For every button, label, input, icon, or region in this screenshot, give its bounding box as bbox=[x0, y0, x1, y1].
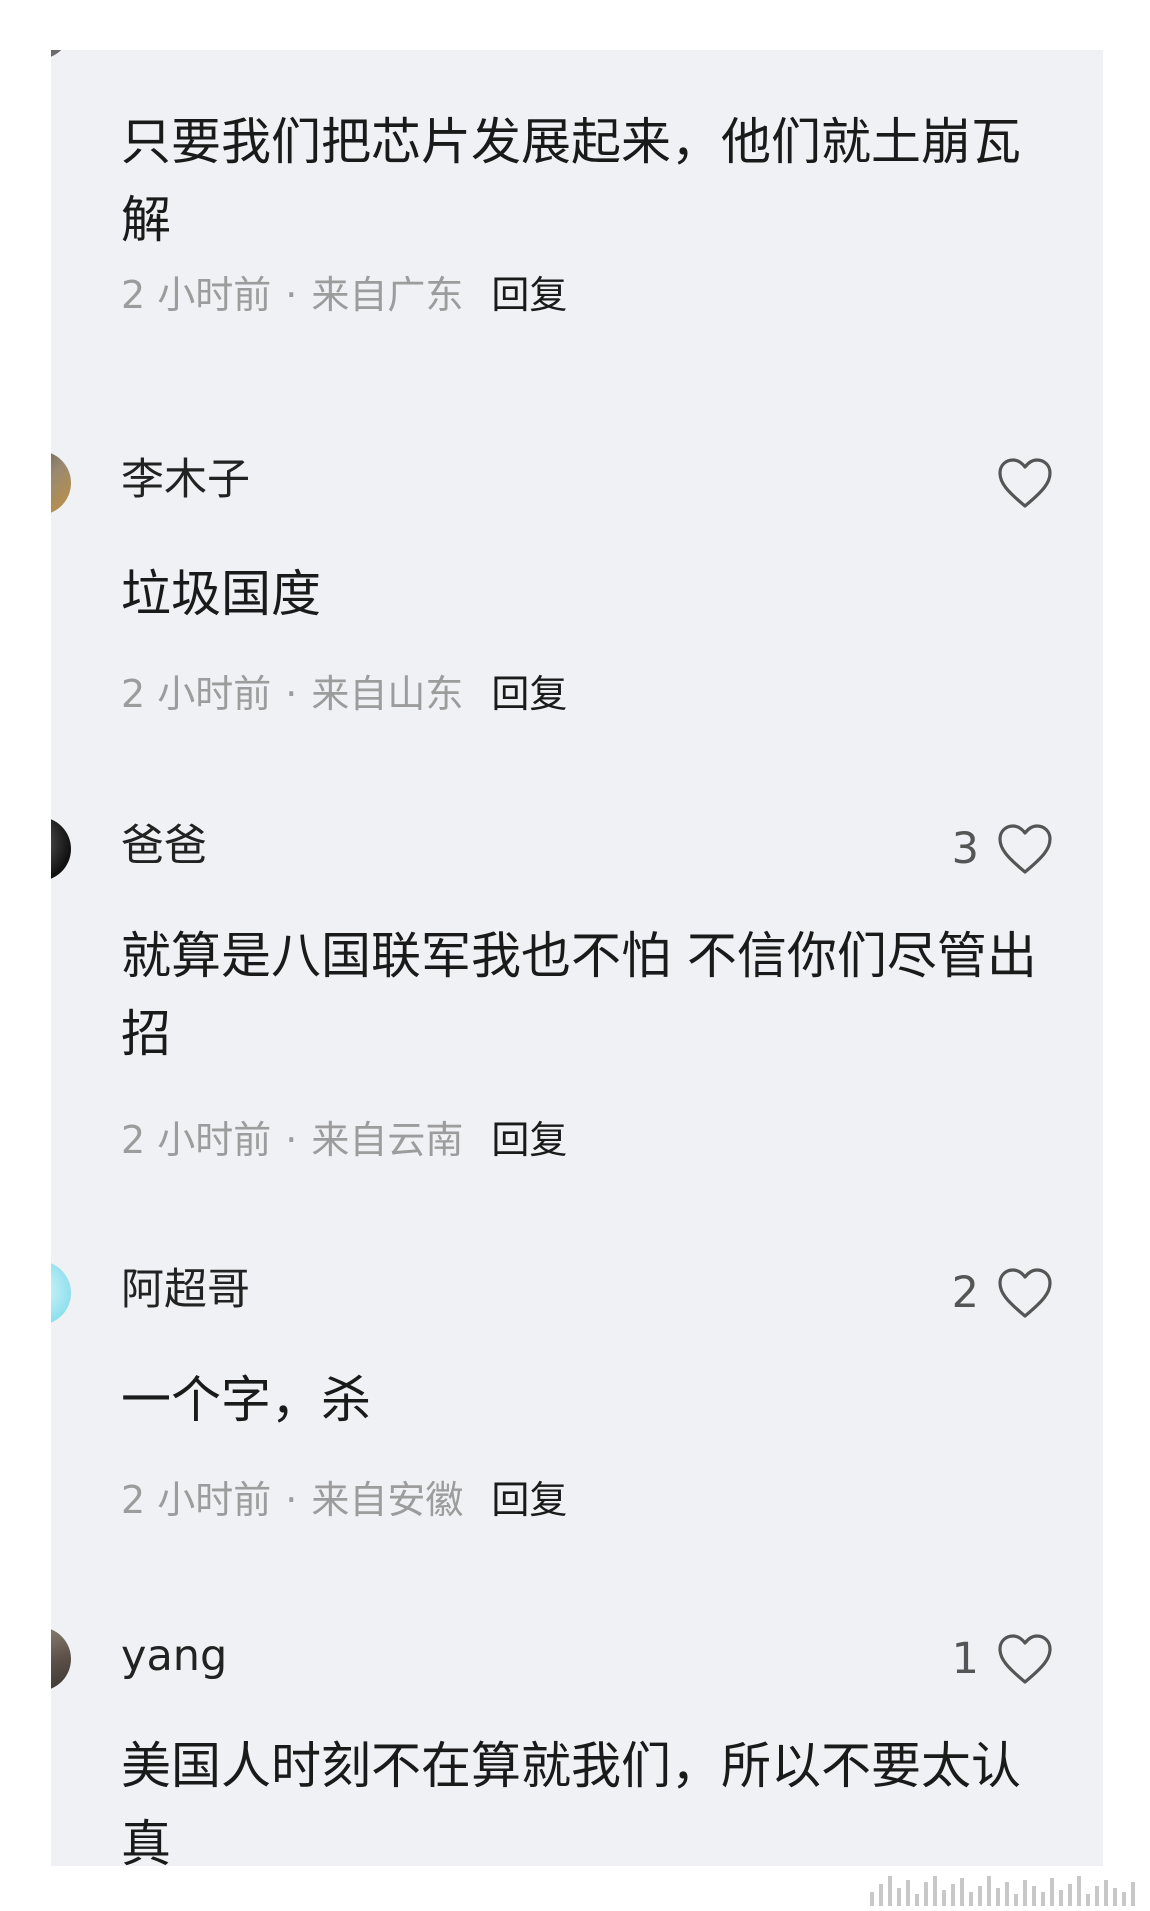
comment-meta: 2 小时前 · 来自广东 回复 bbox=[121, 272, 567, 318]
like-count: 2 bbox=[951, 1268, 979, 1318]
watermark-bars bbox=[870, 1872, 1138, 1906]
reply-button[interactable]: 回复 bbox=[491, 1118, 567, 1162]
reply-button[interactable]: 回复 bbox=[491, 1478, 567, 1522]
comment-location: 来自山东 bbox=[311, 672, 464, 716]
heart-outline-icon bbox=[998, 1268, 1052, 1318]
comment-text: 就算是八国联军我也不怕 不信你们尽管出招 bbox=[121, 927, 1037, 1063]
meta-separator: · bbox=[285, 273, 298, 317]
comment-text: 一个字，杀 bbox=[121, 1371, 371, 1429]
avatar[interactable] bbox=[51, 1261, 71, 1325]
comment-list: 只要我们把芯片发展起来，他们就土崩瓦解 2 小时前 · 来自广东 回复 李木子 垃圾国… bbox=[51, 50, 1103, 1866]
like-count: 1 bbox=[951, 1634, 979, 1684]
avatar[interactable] bbox=[51, 817, 71, 881]
comment-username[interactable]: yang bbox=[121, 1631, 227, 1681]
heart-outline-icon bbox=[998, 824, 1052, 874]
comment-time: 2 小时前 bbox=[121, 1478, 272, 1522]
comment-time: 2 小时前 bbox=[121, 672, 272, 716]
comment-location: 来自广东 bbox=[311, 273, 464, 317]
comment-location: 来自云南 bbox=[311, 1118, 464, 1162]
comment-username[interactable]: 阿超哥 bbox=[121, 1265, 250, 1315]
comment-text: 美国人时刻不在算就我们，所以不要太认真 bbox=[121, 1737, 1021, 1866]
comment-time: 2 小时前 bbox=[121, 273, 272, 317]
comment-time: 2 小时前 bbox=[121, 1118, 272, 1162]
avatar[interactable] bbox=[51, 50, 71, 59]
comment-location: 来自安徽 bbox=[311, 1478, 464, 1522]
like-button[interactable]: 1 bbox=[952, 1631, 1053, 1687]
comment-meta: 2 小时前 · 来自云南 回复 bbox=[121, 1117, 567, 1163]
like-button[interactable]: 2 bbox=[952, 1265, 1053, 1321]
comment-meta: 2 小时前 · 来自山东 回复 bbox=[121, 671, 567, 717]
meta-separator: · bbox=[285, 1478, 298, 1522]
like-button[interactable] bbox=[979, 455, 1053, 511]
heart-outline-icon bbox=[998, 1634, 1052, 1684]
like-count: 3 bbox=[951, 824, 979, 874]
reply-button[interactable]: 回复 bbox=[491, 273, 567, 317]
heart-outline-icon bbox=[998, 458, 1052, 508]
comment-text: 垃圾国度 bbox=[121, 565, 321, 623]
avatar[interactable] bbox=[51, 1627, 71, 1691]
comment-username[interactable]: 李木子 bbox=[121, 455, 250, 505]
like-button[interactable]: 3 bbox=[952, 821, 1053, 877]
reply-button[interactable]: 回复 bbox=[491, 672, 567, 716]
comment-text: 只要我们把芯片发展起来，他们就土崩瓦解 bbox=[121, 113, 1021, 249]
comment-username[interactable]: 爸爸 bbox=[121, 821, 207, 871]
meta-separator: · bbox=[285, 1118, 298, 1162]
comment-meta: 2 小时前 · 来自安徽 回复 bbox=[121, 1477, 567, 1523]
meta-separator: · bbox=[285, 672, 298, 716]
avatar[interactable] bbox=[51, 451, 71, 515]
